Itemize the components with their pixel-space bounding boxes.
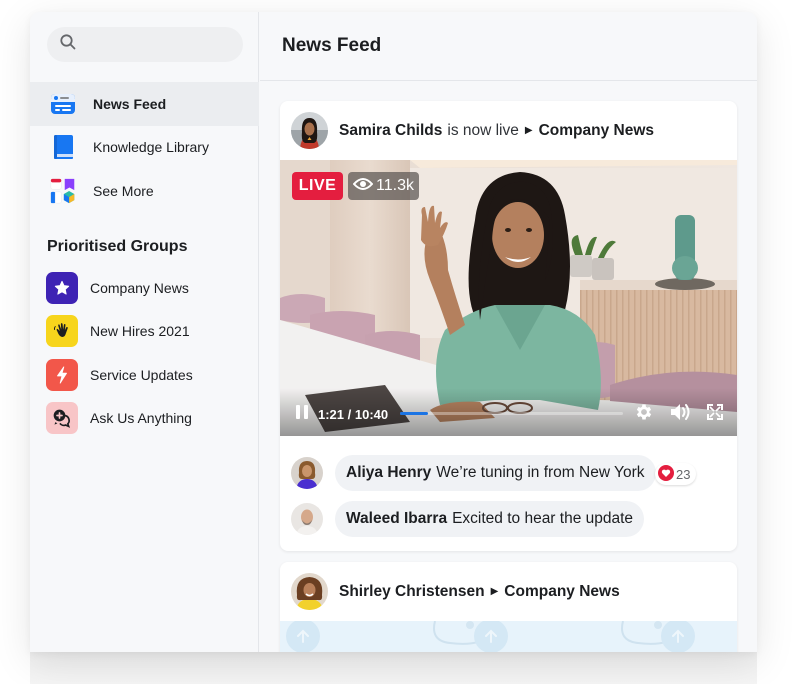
fullscreen-icon: [707, 403, 723, 425]
main-content: News Feed Samira Childs is now live ▶ Co…: [260, 12, 757, 652]
volume-icon: [669, 402, 691, 427]
star-icon: [46, 271, 78, 304]
comment-text: Excited to hear the update: [452, 510, 634, 527]
sidebar-item-label: See More: [93, 182, 154, 199]
post-author[interactable]: Shirley Christensen: [339, 583, 485, 601]
sidebar-item-news-feed[interactable]: News Feed: [30, 82, 259, 126]
groups-section-title: Prioritised Groups: [47, 238, 188, 255]
avatar-shirley-christensen[interactable]: [291, 573, 328, 610]
group-item-service-updates[interactable]: Service Updates: [30, 353, 259, 397]
viewer-count: 11.3k: [376, 177, 414, 194]
chat-question-icon: [46, 402, 78, 435]
video-controls: 1:21 / 10:40: [280, 388, 737, 436]
post-group-link[interactable]: Company News: [539, 122, 654, 140]
post-card-live: Samira Childs is now live ▶ Company News: [280, 101, 737, 551]
heart-reaction-icon: [658, 464, 675, 484]
fullscreen-button[interactable]: [705, 403, 725, 425]
gear-icon: [634, 402, 654, 427]
reaction-count: 23: [676, 466, 691, 482]
video-progress-fill: [400, 412, 429, 415]
post-header: Samira Childs is now live ▶ Company News: [280, 101, 737, 160]
comment-author[interactable]: Waleed Ibarra: [346, 510, 447, 528]
live-badge: LIVE: [292, 172, 343, 200]
page-title: News Feed: [282, 35, 382, 56]
app-window: News Feed Knowledge Library See More Pri…: [30, 12, 757, 652]
video-time: 1:21 / 10:40: [318, 407, 389, 422]
window-shadow-area: [30, 652, 757, 684]
upload-arrow-icon: [661, 621, 695, 652]
comments-list: Aliya Henry We’re tuning in from New Yor…: [280, 436, 737, 542]
avatar-samira-childs[interactable]: [291, 112, 328, 149]
group-label: Company News: [90, 279, 189, 296]
reaction-badge[interactable]: 23: [655, 463, 696, 485]
post-group-link[interactable]: Company News: [504, 583, 619, 601]
upload-arrow-icon: [474, 621, 508, 652]
sidebar: News Feed Knowledge Library See More Pri…: [30, 12, 266, 652]
eye-icon: [352, 177, 374, 196]
sidebar-item-knowledge-library[interactable]: Knowledge Library: [30, 126, 259, 170]
caret-right-icon: ▶: [490, 586, 499, 597]
settings-button[interactable]: [633, 403, 655, 425]
search-input[interactable]: [85, 27, 266, 62]
apps-grid-icon: [50, 178, 76, 204]
post-author[interactable]: Samira Childs: [339, 122, 442, 140]
video-progress-bar[interactable]: [400, 412, 623, 415]
sidebar-item-see-more[interactable]: See More: [30, 169, 259, 213]
post-action: is now live: [447, 121, 519, 139]
lightning-icon: [46, 358, 78, 391]
upload-arrow-icon: [286, 621, 320, 652]
book-icon: [50, 134, 76, 160]
main-header: News Feed: [260, 12, 757, 81]
group-label: New Hires 2021: [90, 323, 190, 340]
avatar-waleed-ibarra[interactable]: [291, 503, 323, 535]
waving-hand-icon: [46, 315, 78, 348]
sidebar-item-label: News Feed: [93, 95, 167, 112]
pause-button[interactable]: [294, 404, 310, 424]
comment-item: Waleed Ibarra Excited to hear the update: [291, 496, 726, 542]
pause-icon: [296, 404, 308, 424]
post-card: Shirley Christensen ▶ Company News: [280, 562, 737, 652]
search-icon: [59, 33, 77, 56]
group-item-company-news[interactable]: Company News: [30, 266, 259, 310]
live-video-player[interactable]: LIVE 11.3k 1:21 / 10:40: [280, 160, 737, 436]
group-label: Service Updates: [90, 366, 193, 383]
comment-item: Aliya Henry We’re tuning in from New Yor…: [291, 450, 726, 496]
news-feed-icon: [50, 91, 76, 117]
group-item-ask-us-anything[interactable]: Ask Us Anything: [30, 397, 259, 441]
post-header: Shirley Christensen ▶ Company News: [280, 562, 737, 621]
group-label: Ask Us Anything: [90, 410, 192, 427]
comment-author[interactable]: Aliya Henry: [346, 464, 431, 482]
sidebar-nav: News Feed Knowledge Library See More: [30, 82, 259, 213]
viewer-count-badge: 11.3k: [348, 172, 419, 200]
comment-text: We’re tuning in from New York: [436, 464, 645, 481]
search-bar[interactable]: [47, 27, 266, 62]
comment-bubble: Aliya Henry We’re tuning in from New Yor…: [335, 455, 696, 491]
post-image: [280, 621, 737, 652]
group-item-new-hires-2021[interactable]: New Hires 2021: [30, 310, 259, 354]
avatar-aliya-henry[interactable]: [291, 457, 323, 489]
caret-right-icon: ▶: [524, 125, 533, 136]
comment-bubble: Waleed Ibarra Excited to hear the update: [335, 501, 645, 537]
prioritised-groups-list: Company News New Hires 2021 Service Upda…: [30, 266, 259, 440]
sidebar-item-label: Knowledge Library: [93, 139, 209, 156]
volume-button[interactable]: [669, 403, 691, 425]
